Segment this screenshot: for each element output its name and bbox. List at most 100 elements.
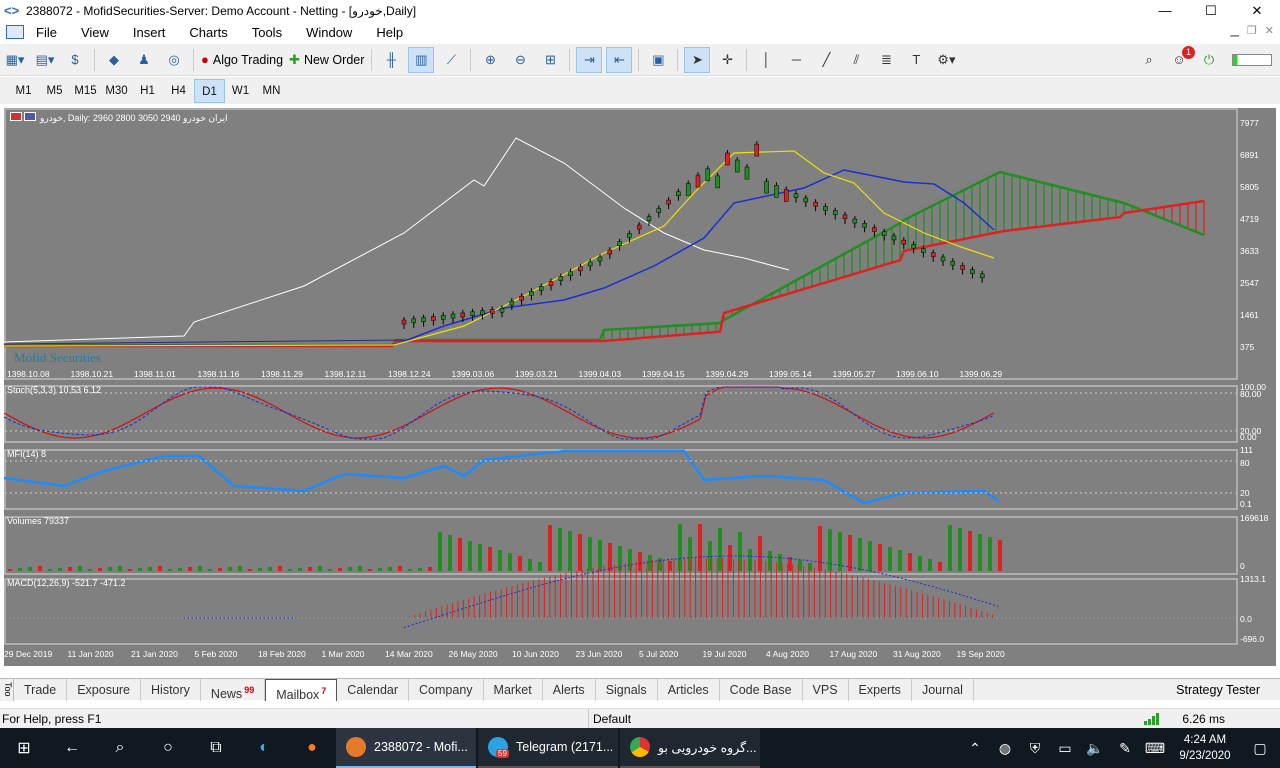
new-chart-icon[interactable]: ▦▾ [2, 47, 28, 73]
vertical-line-icon[interactable]: │ [753, 47, 779, 73]
price-tick: 2547 [1240, 278, 1259, 288]
auto-scroll-icon[interactable]: ⇥ [576, 46, 603, 73]
tab-market[interactable]: Market [484, 678, 543, 701]
chart-shift-icon[interactable]: ⇤ [606, 46, 633, 73]
task-view-icon[interactable]: ⧉ [192, 728, 240, 768]
candle-body [911, 244, 916, 249]
minimize-button[interactable]: — [1142, 0, 1188, 22]
back-icon[interactable]: ← [48, 728, 96, 768]
strategy-tester-button[interactable]: Strategy Tester [1176, 679, 1260, 701]
tray-shield-icon[interactable]: ⛨ [1020, 740, 1050, 757]
close-button[interactable]: ✕ [1234, 0, 1280, 22]
tab-company[interactable]: Company [409, 678, 484, 701]
zoom-out-icon[interactable]: ⊖ [507, 47, 533, 73]
status-profile[interactable]: Default [588, 708, 631, 729]
tf-m1[interactable]: M1 [8, 79, 39, 103]
tab-articles[interactable]: Articles [658, 678, 720, 701]
edge-icon[interactable]: ◐ [240, 728, 288, 768]
bottom-date-tick: 26 May 2020 [448, 649, 498, 659]
tab-calendar[interactable]: Calendar [337, 678, 410, 701]
taskbar-app-telegram[interactable]: 59 Telegram (2171... [478, 728, 618, 768]
shapes-icon[interactable]: ⚙▾ [933, 47, 959, 73]
trendline-icon[interactable]: ╱ [813, 47, 839, 73]
templates-icon[interactable]: ▣ [645, 47, 671, 73]
bar-chart-icon[interactable]: ╫ [378, 47, 404, 73]
toolbox-toggle[interactable]: Too [0, 678, 14, 701]
tab-signals[interactable]: Signals [596, 678, 658, 701]
tray-chevron-icon[interactable]: ⌃ [960, 740, 990, 757]
fibonacci-icon[interactable]: ≣ [873, 47, 899, 73]
tab-experts[interactable]: Experts [849, 678, 912, 701]
account-icon[interactable]: ☺ 1 [1166, 45, 1195, 73]
maximize-button[interactable]: ☐ [1188, 0, 1234, 22]
tray-globe-icon[interactable]: ◍ [990, 740, 1020, 757]
menu-help[interactable]: Help [364, 25, 415, 40]
candlestick-icon[interactable]: ▥ [408, 46, 435, 73]
tile-windows-icon[interactable]: ⊞ [537, 47, 563, 73]
bottom-date-tick: 19 Sep 2020 [956, 649, 1005, 659]
tab-trade[interactable]: Trade [14, 678, 68, 701]
mdi-minimize-icon[interactable]: ▁ [1230, 24, 1238, 37]
new-order-button[interactable]: ✚ New Order [288, 47, 365, 73]
tf-m15[interactable]: M15 [70, 79, 101, 103]
tf-mn[interactable]: MN [256, 79, 287, 103]
tf-m5[interactable]: M5 [39, 79, 70, 103]
start-icon[interactable]: ⊞ [0, 728, 48, 768]
tab-history[interactable]: History [141, 678, 201, 701]
horizontal-line-icon[interactable]: ─ [783, 47, 809, 73]
tab-code-base[interactable]: Code Base [720, 678, 803, 701]
market-watch-icon[interactable]: $ [62, 47, 88, 73]
chart-canvas[interactable] [4, 108, 1276, 666]
taskbar-clock[interactable]: 4:24 AM 9/23/2020 [1170, 732, 1240, 764]
taskbar-app-chrome[interactable]: گروه خودرویی بو... [620, 728, 760, 768]
mdi-restore-icon[interactable]: ❐ [1247, 24, 1257, 37]
menu-window[interactable]: Window [294, 25, 364, 40]
mdi-close-icon[interactable]: ✕ [1265, 24, 1274, 37]
stoch-main [4, 386, 995, 439]
level-icon[interactable]: ⏻ [1196, 47, 1222, 73]
notifications-icon[interactable]: ▢ [1240, 740, 1280, 757]
tab-vps[interactable]: VPS [803, 678, 849, 701]
algo-trading-button[interactable]: ● Algo Trading [200, 47, 284, 73]
line-chart-icon[interactable]: ⟋ [438, 47, 464, 73]
taskbar-app-mt5[interactable]: 2388072 - Mofi... [336, 728, 476, 768]
tab-journal[interactable]: Journal [912, 678, 974, 701]
candle-body [734, 159, 740, 173]
tray-volume-icon[interactable]: 🔈 [1080, 740, 1110, 757]
cortana-icon[interactable]: ○ [144, 728, 192, 768]
firefox-icon[interactable]: ● [288, 728, 336, 768]
text-icon[interactable]: T [903, 47, 929, 73]
menu-insert[interactable]: Insert [121, 25, 178, 40]
chart-window[interactable]: خودرو, Daily: 2960 2800 3050 2940 ایران … [4, 108, 1276, 666]
tab-news[interactable]: News 99 [201, 678, 266, 701]
tf-h1[interactable]: H1 [132, 79, 163, 103]
algo-trading-icon: ● [201, 52, 209, 67]
candle-body [705, 168, 711, 182]
tab-mailbox[interactable]: Mailbox 7 [265, 678, 338, 702]
tab-alerts[interactable]: Alerts [543, 678, 596, 701]
tray-keyboard-icon[interactable]: ⌨ [1140, 740, 1170, 757]
zoom-in-icon[interactable]: ⊕ [477, 47, 503, 73]
menu-tools[interactable]: Tools [240, 25, 294, 40]
tf-d1[interactable]: D1 [194, 78, 225, 103]
profiles-icon[interactable]: ▤▾ [32, 47, 58, 73]
menu-file[interactable]: File [24, 25, 69, 40]
tray-network-icon[interactable]: ▭ [1050, 740, 1080, 757]
candle-body [519, 295, 524, 301]
navigator-icon[interactable]: ♟ [131, 47, 157, 73]
search-taskbar-icon[interactable]: ⌕ [96, 728, 144, 768]
tf-h4[interactable]: H4 [163, 79, 194, 103]
tab-exposure[interactable]: Exposure [67, 678, 142, 701]
tray-pen-icon[interactable]: ✎ [1110, 740, 1140, 757]
signals-icon[interactable]: ◎ [161, 47, 187, 73]
tf-m30[interactable]: M30 [101, 79, 132, 103]
equidistant-channel-icon[interactable]: ⫽ [843, 47, 869, 73]
cursor-icon[interactable]: ➤ [684, 46, 711, 73]
crosshair-icon[interactable]: ✛ [714, 47, 740, 73]
search-icon[interactable]: ⌕ [1136, 47, 1162, 73]
tf-w1[interactable]: W1 [225, 79, 256, 103]
data-window-icon[interactable]: ◆ [101, 47, 127, 73]
menu-charts[interactable]: Charts [177, 25, 239, 40]
menu-view[interactable]: View [69, 25, 121, 40]
document-icon[interactable] [6, 25, 24, 39]
